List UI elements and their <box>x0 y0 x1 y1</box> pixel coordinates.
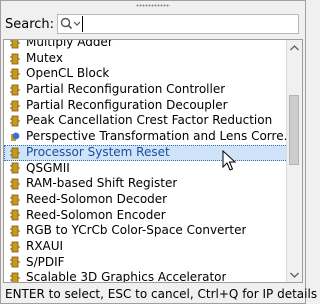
list-item[interactable]: RGB to YCrCb Color-Space Converter <box>4 223 288 239</box>
scroll-down-arrow-icon[interactable] <box>287 267 302 282</box>
search-row: Search: <box>5 13 301 35</box>
ip-block-icon <box>10 162 20 174</box>
list-item[interactable]: Partial Reconfiguration Controller <box>4 82 288 98</box>
list-item[interactable]: QSGMII <box>4 161 288 177</box>
list-item-label: Partial Reconfiguration Decoupler <box>26 97 228 112</box>
list-item-label: Perspective Transformation and Lens Corr… <box>26 129 288 144</box>
list-item[interactable]: Reed-Solomon Decoder <box>4 192 288 208</box>
list-item-label: Scalable 3D Graphics Accelerator <box>26 270 227 283</box>
list-item-label: Reed-Solomon Encoder <box>26 207 166 222</box>
list-item[interactable]: Mutex <box>4 51 288 67</box>
ip-list[interactable]: Multiply Adder Mutex OpenCL Block Partial R… <box>3 39 303 283</box>
mouse-pointer-icon <box>222 150 236 171</box>
search-label: Search: <box>5 16 55 32</box>
list-item[interactable]: Multiply Adder <box>4 39 288 51</box>
list-item[interactable]: OpenCL Block <box>4 66 288 82</box>
list-item[interactable]: Perspective Transformation and Lens Corr… <box>4 129 288 145</box>
resize-grip[interactable] <box>1 1 305 9</box>
grip-dots-icon <box>136 3 170 7</box>
scrollbar-thumb[interactable] <box>289 95 299 165</box>
ip-block-icon <box>10 194 20 206</box>
ip-list-items: Multiply Adder Mutex OpenCL Block Partial R… <box>4 39 288 283</box>
search-input[interactable] <box>82 16 298 32</box>
list-item-label: RAM-based Shift Register <box>26 176 178 191</box>
search-icon[interactable] <box>58 15 82 33</box>
ip-block-icon <box>10 256 20 268</box>
status-hint: ENTER to select, ESC to cancel, Ctrl+Q f… <box>5 287 318 301</box>
list-item-label: Multiply Adder <box>26 39 113 49</box>
ip-block-icon <box>10 209 20 221</box>
list-item[interactable]: Scalable 3D Graphics Accelerator <box>4 270 288 283</box>
list-item-label: RXAUI <box>26 238 64 253</box>
list-item-label: OpenCL Block <box>26 66 110 81</box>
list-item[interactable]: Partial Reconfiguration Decoupler <box>4 98 288 114</box>
list-item[interactable]: Reed-Solomon Encoder <box>4 208 288 224</box>
ip-block-icon <box>10 53 20 65</box>
list-item-label: QSGMII <box>26 160 70 175</box>
ip-search-popup: Search: Multiply Adder Mutex OpenCL Block P… <box>0 0 317 304</box>
vertical-scrollbar[interactable] <box>286 40 302 282</box>
ip-block-icon <box>10 68 20 80</box>
list-item[interactable]: Peak Cancellation Crest Factor Reduction <box>4 113 288 129</box>
ip-block-icon <box>10 178 20 190</box>
list-item-label: S/PDIF <box>26 254 65 269</box>
list-item[interactable]: RAM-based Shift Register <box>4 176 288 192</box>
ip-module-icon <box>10 131 20 143</box>
scroll-up-arrow-icon[interactable] <box>287 40 302 55</box>
ip-block-icon <box>10 115 20 127</box>
list-item-label: Processor System Reset <box>26 144 170 159</box>
list-item-label: RGB to YCrCb Color-Space Converter <box>26 223 247 238</box>
ip-block-icon <box>10 84 20 96</box>
list-item[interactable]: Processor System Reset <box>4 144 288 161</box>
list-item[interactable]: RXAUI <box>4 239 288 255</box>
list-item-label: Mutex <box>26 50 63 65</box>
search-box[interactable] <box>57 14 299 34</box>
ip-block-icon <box>10 100 20 112</box>
ip-block-icon <box>10 225 20 237</box>
list-item-label: Peak Cancellation Crest Factor Reduction <box>26 113 273 128</box>
list-item-label: Partial Reconfiguration Controller <box>26 82 226 97</box>
list-item-label: Reed-Solomon Decoder <box>26 191 168 206</box>
ip-block-icon <box>10 147 20 159</box>
ip-block-icon <box>10 241 20 253</box>
ip-block-icon <box>10 272 20 282</box>
list-item[interactable]: S/PDIF <box>4 255 288 271</box>
ip-block-icon <box>10 40 20 49</box>
